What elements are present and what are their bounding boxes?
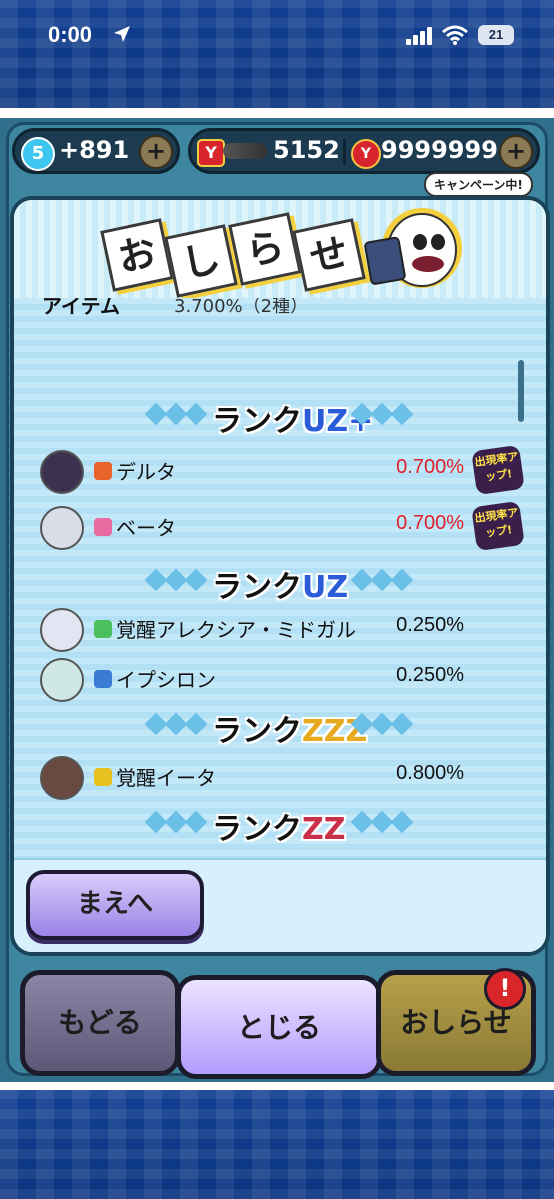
attribute-icon bbox=[94, 620, 112, 638]
character-name: ベータ bbox=[116, 516, 176, 540]
list-item[interactable]: 覚醒アレクシア・ミドガル 0.250% bbox=[14, 606, 546, 652]
character-name: デルタ bbox=[116, 460, 176, 484]
battery-indicator: 21 bbox=[478, 25, 514, 45]
location-arrow-icon bbox=[114, 26, 130, 42]
list-item[interactable]: デルタ 0.700% 出現率アップ! bbox=[14, 444, 546, 496]
rank-deco-left bbox=[144, 568, 208, 592]
rank-deco-left bbox=[144, 712, 208, 736]
frame-top-border bbox=[0, 108, 554, 118]
clock: 0:00 bbox=[48, 22, 93, 47]
rate-up-badge: 出現率アップ! bbox=[471, 444, 525, 496]
rate-value: 0.700% bbox=[396, 512, 464, 534]
rank-label: ランクZZ bbox=[212, 812, 346, 847]
points-coin-icon: Y bbox=[351, 139, 381, 169]
stamina-amount: +891 bbox=[59, 136, 130, 164]
avatar bbox=[40, 608, 84, 652]
money-pill: Y 5152 Y 9999999 + bbox=[188, 128, 540, 174]
list-item[interactable]: イプシロン 0.250% bbox=[14, 656, 546, 702]
money-bar-icon bbox=[223, 143, 267, 159]
ghost-mascot-icon bbox=[364, 208, 462, 288]
item-label-partial: アイテム bbox=[42, 298, 120, 318]
notice-panel: お し ら せ アイテム 3.700%（2種） ランクUZ+ デルタ 0.700… bbox=[10, 196, 550, 956]
rank-deco-right bbox=[350, 568, 414, 592]
character-name: イプシロン bbox=[116, 668, 216, 692]
rank-label: ランクZZZ bbox=[212, 714, 368, 749]
attribute-icon bbox=[94, 518, 112, 536]
rank-deco-left bbox=[144, 402, 208, 426]
currency-divider bbox=[343, 139, 346, 165]
item-rate-partial: 3.700%（2種） bbox=[174, 298, 309, 317]
cellular-signal-icon bbox=[406, 27, 432, 45]
notification-alert-icon: ! bbox=[484, 968, 526, 1010]
frame-bottom-border bbox=[0, 1082, 554, 1090]
attribute-icon bbox=[94, 462, 112, 480]
campaign-badge[interactable]: キャンペーン中! bbox=[424, 172, 533, 197]
attribute-icon bbox=[94, 768, 112, 786]
character-name: 覚醒イータ bbox=[116, 766, 216, 790]
list-item[interactable]: 覚醒イータ 0.800% bbox=[14, 754, 546, 800]
title-char: お bbox=[100, 218, 174, 292]
add-points-button[interactable]: + bbox=[499, 135, 533, 169]
rank-deco-right bbox=[350, 712, 414, 736]
character-name: 覚醒アレクシア・ミドガル bbox=[116, 618, 356, 642]
status-bar: 0:00 21 bbox=[0, 0, 554, 70]
avatar bbox=[40, 506, 84, 550]
rate-value: 0.250% bbox=[396, 614, 464, 636]
attribute-icon bbox=[94, 670, 112, 688]
close-button[interactable]: とじる bbox=[176, 975, 382, 1079]
avatar bbox=[40, 658, 84, 702]
bottom-background bbox=[0, 1090, 554, 1199]
rank-deco-right bbox=[350, 810, 414, 834]
rank-header-zz: ランクZZ bbox=[14, 802, 546, 847]
avatar bbox=[40, 450, 84, 494]
add-stamina-button[interactable]: + bbox=[139, 135, 173, 169]
list-item[interactable]: ベータ 0.700% 出現率アップ! bbox=[14, 500, 546, 552]
rate-up-badge: 出現率アップ! bbox=[471, 500, 525, 552]
title-char: し bbox=[164, 224, 238, 298]
rank-deco-right bbox=[350, 402, 414, 426]
wifi-icon bbox=[442, 25, 468, 45]
money-icon: Y bbox=[197, 139, 225, 167]
rank-header-uz: ランクUZ bbox=[14, 560, 546, 605]
money-amount: 5152 bbox=[273, 136, 340, 164]
currency-bar: 5 +891 + Y 5152 Y 9999999 + bbox=[12, 128, 542, 174]
rate-value: 0.800% bbox=[396, 762, 464, 784]
rank-header-uz-plus: ランクUZ+ bbox=[14, 394, 546, 439]
previous-button[interactable]: まえへ bbox=[26, 870, 204, 940]
level-badge: 5 bbox=[21, 137, 55, 171]
rate-value: 0.700% bbox=[396, 456, 464, 478]
points-amount: 9999999 bbox=[381, 136, 498, 164]
avatar bbox=[40, 756, 84, 800]
notice-title: お し ら せ bbox=[100, 208, 366, 298]
rank-deco-left bbox=[144, 810, 208, 834]
panel-header: お し ら せ bbox=[14, 200, 546, 298]
rank-label: ランクUZ bbox=[212, 570, 349, 605]
back-button[interactable]: もどる bbox=[20, 970, 180, 1076]
stamina-pill: 5 +891 + bbox=[12, 128, 180, 174]
rate-value: 0.250% bbox=[396, 664, 464, 686]
rank-label: ランクUZ+ bbox=[212, 404, 374, 439]
rank-header-zzz: ランクZZZ bbox=[14, 704, 546, 749]
title-char: ら bbox=[228, 212, 302, 286]
title-char: せ bbox=[292, 218, 366, 292]
gacha-rate-list[interactable]: アイテム 3.700%（2種） ランクUZ+ デルタ 0.700% 出現率アップ… bbox=[14, 298, 546, 858]
